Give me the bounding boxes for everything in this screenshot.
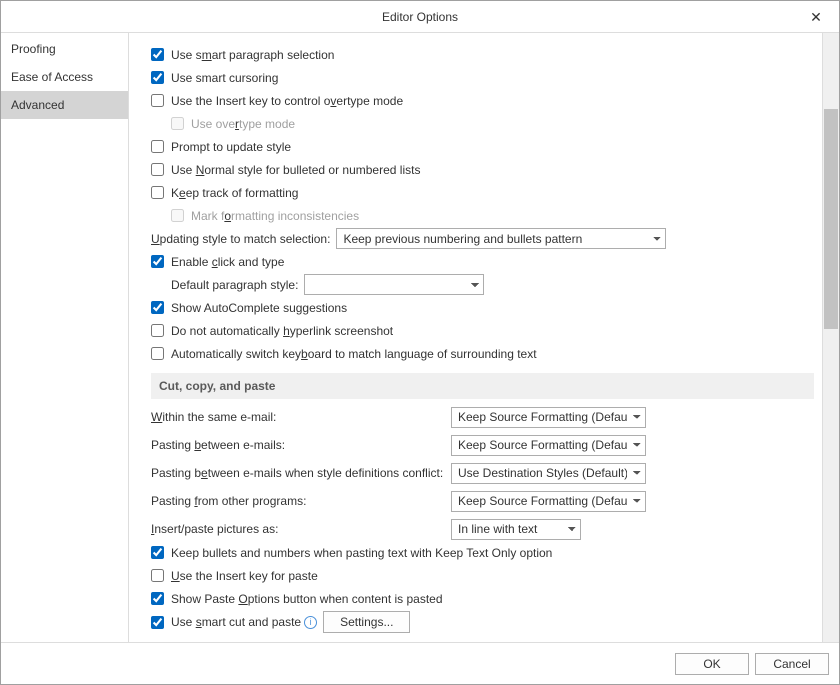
chk-smart-cursoring[interactable] — [151, 71, 164, 84]
opt-overtype-mode: Use overtype mode — [171, 117, 295, 131]
dialog-footer: OK Cancel — [1, 642, 839, 684]
ok-button[interactable]: OK — [675, 653, 749, 675]
content-wrap: Use smart paragraph selection Use smart … — [129, 33, 839, 642]
opt-auto-switch-keyboard[interactable]: Automatically switch keyboard to match l… — [151, 347, 537, 361]
scrollbar-thumb[interactable] — [824, 109, 838, 329]
opt-keep-bullets[interactable]: Keep bullets and numbers when pasting te… — [151, 546, 552, 560]
sel-insert-pictures[interactable]: In line with text — [451, 519, 581, 540]
lbl-insert-pictures: Insert/paste pictures as: — [151, 522, 278, 536]
chk-autocomplete[interactable] — [151, 301, 164, 314]
chk-click-and-type[interactable] — [151, 255, 164, 268]
opt-insert-overtype[interactable]: Use the Insert key to control overtype m… — [151, 94, 403, 108]
lbl-paste-other: Pasting from other programs: — [151, 494, 306, 508]
chk-normal-style-lists[interactable] — [151, 163, 164, 176]
opt-no-auto-hyperlink[interactable]: Do not automatically hyperlink screensho… — [151, 324, 393, 338]
opt-show-paste-options[interactable]: Show Paste Options button when content i… — [151, 592, 443, 606]
sel-paste-conflict[interactable]: Use Destination Styles (Default) — [451, 463, 646, 484]
lbl-paste-within: Within the same e-mail: — [151, 410, 276, 424]
title-bar: Editor Options ✕ — [1, 1, 839, 33]
lbl-paste-between: Pasting between e-mails: — [151, 438, 285, 452]
chk-show-paste-options[interactable] — [151, 592, 164, 605]
nav-item-ease-of-access[interactable]: Ease of Access — [1, 63, 128, 91]
chk-prompt-update-style[interactable] — [151, 140, 164, 153]
opt-mark-inconsistencies: Mark formatting inconsistencies — [171, 209, 359, 223]
opt-smart-cut-paste[interactable]: Use smart cut and paste — [151, 615, 301, 629]
info-icon[interactable]: i — [304, 616, 317, 629]
opt-smart-paragraph[interactable]: Use smart paragraph selection — [151, 48, 334, 62]
sel-paste-between[interactable]: Keep Source Formatting (Default) — [451, 435, 646, 456]
opt-autocomplete[interactable]: Show AutoComplete suggestions — [151, 301, 347, 315]
cancel-button[interactable]: Cancel — [755, 653, 829, 675]
chk-overtype-mode — [171, 117, 184, 130]
sel-default-para-style[interactable] — [304, 274, 484, 295]
chk-no-auto-hyperlink[interactable] — [151, 324, 164, 337]
chk-insert-key-paste[interactable] — [151, 569, 164, 582]
lbl-updating-style: Updating style to match selection: — [151, 232, 330, 246]
chk-auto-switch-keyboard[interactable] — [151, 347, 164, 360]
settings-button[interactable]: Settings... — [323, 611, 410, 633]
vertical-scrollbar[interactable] — [822, 33, 839, 642]
chk-insert-overtype[interactable] — [151, 94, 164, 107]
sel-paste-within[interactable]: Keep Source Formatting (Default) — [451, 407, 646, 428]
nav-item-advanced[interactable]: Advanced — [1, 91, 128, 119]
content-pane: Use smart paragraph selection Use smart … — [129, 33, 822, 642]
opt-insert-key-paste[interactable]: Use the Insert key for paste — [151, 569, 318, 583]
opt-normal-style-lists[interactable]: Use Normal style for bulleted or numbere… — [151, 163, 420, 177]
section-head-cut-copy-paste: Cut, copy, and paste — [151, 373, 814, 399]
opt-click-and-type[interactable]: Enable click and type — [151, 255, 284, 269]
sel-updating-style[interactable]: Keep previous numbering and bullets patt… — [336, 228, 666, 249]
lbl-default-para-style: Default paragraph style: — [171, 278, 298, 292]
window-title: Editor Options — [382, 10, 458, 24]
close-button[interactable]: ✕ — [793, 1, 839, 33]
chk-smart-cut-paste[interactable] — [151, 616, 164, 629]
opt-keep-track-formatting[interactable]: Keep track of formatting — [151, 186, 298, 200]
opt-prompt-update-style[interactable]: Prompt to update style — [151, 140, 291, 154]
chk-keep-bullets[interactable] — [151, 546, 164, 559]
chk-keep-track-formatting[interactable] — [151, 186, 164, 199]
main-area: Proofing Ease of Access Advanced Use sma… — [1, 33, 839, 642]
chk-smart-paragraph[interactable] — [151, 48, 164, 61]
lbl-paste-conflict: Pasting between e-mails when style defin… — [151, 466, 443, 480]
chk-mark-inconsistencies — [171, 209, 184, 222]
nav-sidebar: Proofing Ease of Access Advanced — [1, 33, 129, 642]
nav-item-proofing[interactable]: Proofing — [1, 35, 128, 63]
opt-smart-cursoring[interactable]: Use smart cursoring — [151, 71, 278, 85]
sel-paste-other[interactable]: Keep Source Formatting (Default) — [451, 491, 646, 512]
